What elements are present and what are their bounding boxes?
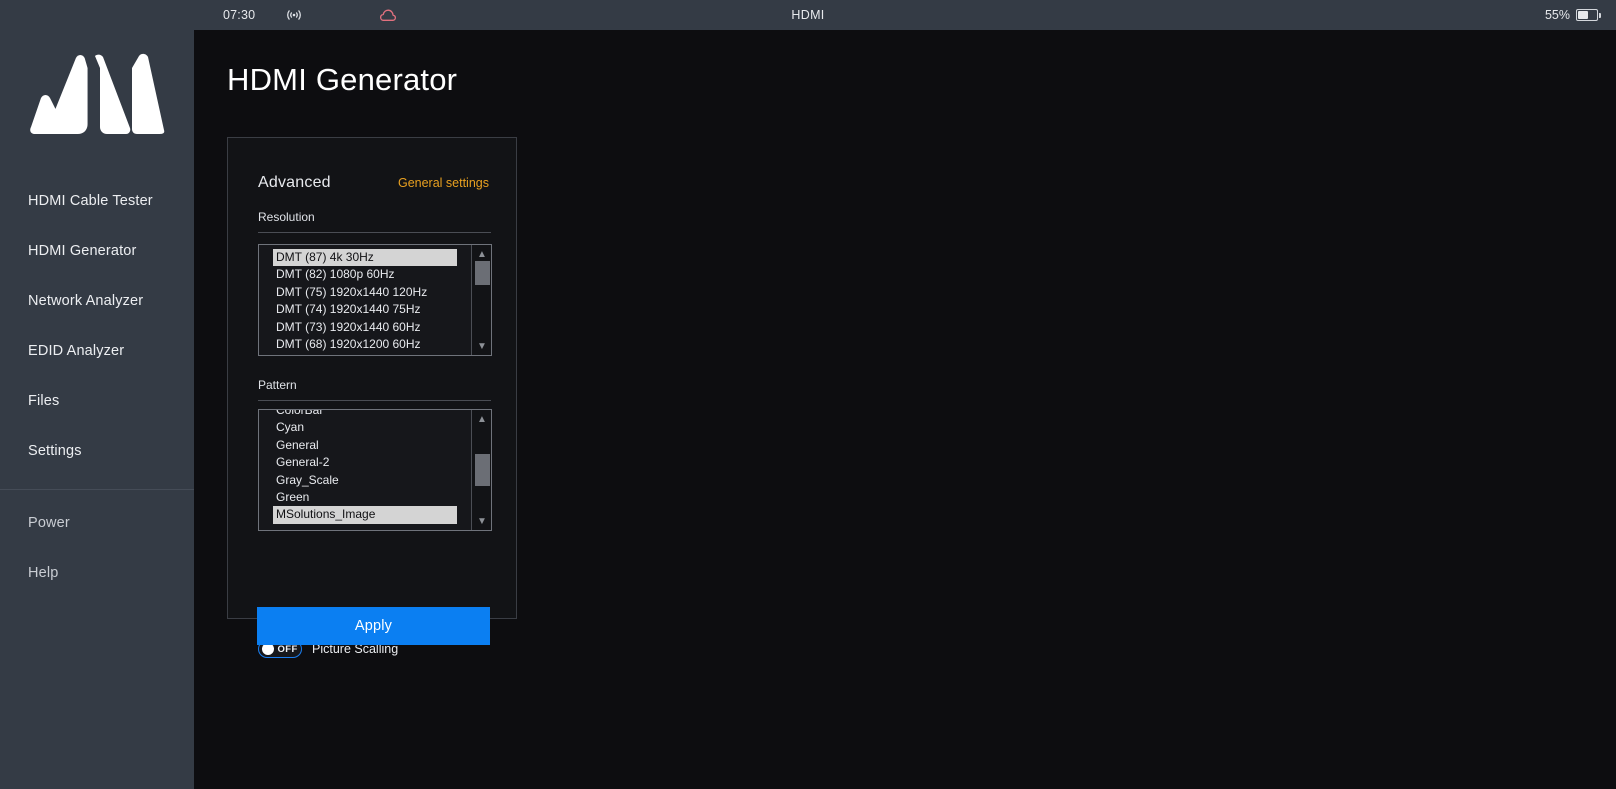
list-item[interactable]: General	[259, 437, 471, 454]
sidebar-item-label: Files	[28, 393, 60, 409]
resolution-scroll-thumb[interactable]	[475, 261, 490, 285]
pattern-listbox[interactable]: ColorBar Cyan General General-2 Gray_Scale Gr…	[258, 409, 492, 531]
list-item[interactable]: DMT (73) 1920x1440 60Hz	[259, 319, 471, 336]
sidebar-item-label: Help	[28, 565, 59, 581]
sidebar-item-label: HDMI Generator	[28, 243, 137, 259]
status-center-label: HDMI	[791, 8, 825, 22]
scroll-up-arrow-icon[interactable]: ▲	[472, 412, 491, 426]
list-item[interactable]: DMT (68) 1920x1200 60Hz	[259, 336, 471, 353]
main-content: HDMI Generator Advanced General settings…	[194, 30, 1616, 789]
status-bar: 07:30 HDMI 55%	[0, 0, 1616, 30]
apply-button[interactable]: Apply	[257, 607, 490, 645]
list-item[interactable]: DMT (75) 1920x1440 120Hz	[259, 284, 471, 301]
card-header: Advanced General settings	[258, 174, 489, 192]
sidebar: HDMI Cable Tester HDMI Generator Network…	[0, 30, 194, 789]
sidebar-item-label: HDMI Cable Tester	[28, 193, 153, 209]
battery-fill	[1578, 11, 1588, 19]
sidebar-item-power[interactable]: Power	[0, 498, 194, 548]
list-item[interactable]: Cyan	[259, 419, 471, 436]
list-item[interactable]: Green	[259, 489, 471, 506]
battery-percent-label: 55%	[1544, 8, 1570, 22]
sidebar-item-network-analyzer[interactable]: Network Analyzer	[0, 276, 194, 326]
sidebar-item-help[interactable]: Help	[0, 548, 194, 598]
toggle-state-label: OFF	[277, 643, 298, 655]
page-title: HDMI Generator	[227, 62, 458, 97]
sidebar-item-files[interactable]: Files	[0, 376, 194, 426]
pattern-scrollbar[interactable]: ▲ ▼	[471, 410, 491, 530]
sidebar-nav: HDMI Cable Tester HDMI Generator Network…	[0, 176, 194, 598]
card-title: Advanced	[258, 174, 331, 191]
sidebar-item-hdmi-cable-tester[interactable]: HDMI Cable Tester	[0, 176, 194, 226]
battery-icon	[1576, 9, 1601, 21]
pattern-divider	[258, 400, 491, 401]
list-item[interactable]: ColorBar	[259, 410, 471, 419]
advanced-settings-card: Advanced General settings Resolution DMT…	[227, 137, 517, 658]
msolutions-mountain-logo	[30, 53, 165, 135]
sidebar-item-edid-analyzer[interactable]: EDID Analyzer	[0, 326, 194, 376]
general-settings-link[interactable]: General settings	[398, 176, 489, 190]
list-item[interactable]: DMT (82) 1080p 60Hz	[259, 266, 471, 283]
list-item[interactable]: General-2	[259, 454, 471, 471]
scroll-up-arrow-icon[interactable]: ▲	[472, 247, 491, 261]
resolution-options[interactable]: DMT (87) 4k 30Hz DMT (82) 1080p 60Hz DMT (…	[259, 245, 471, 355]
list-item[interactable]: Gray_Scale	[259, 472, 471, 489]
resolution-divider	[258, 232, 491, 233]
resolution-label: Resolution	[258, 210, 315, 224]
list-item[interactable]: DMT (87) 4k 30Hz	[273, 249, 457, 267]
sidebar-item-label: Network Analyzer	[28, 293, 144, 309]
sidebar-item-hdmi-generator[interactable]: HDMI Generator	[0, 226, 194, 276]
pattern-scroll-thumb[interactable]	[475, 454, 490, 486]
sidebar-divider	[0, 489, 194, 490]
sidebar-item-settings[interactable]: Settings	[0, 426, 194, 476]
sidebar-item-label: Settings	[28, 443, 82, 459]
pattern-options[interactable]: ColorBar Cyan General General-2 Gray_Scale Gr…	[259, 410, 471, 530]
sidebar-item-label: EDID Analyzer	[28, 343, 125, 359]
battery-status: 55%	[1544, 8, 1601, 22]
resolution-listbox[interactable]: DMT (87) 4k 30Hz DMT (82) 1080p 60Hz DMT (…	[258, 244, 492, 356]
list-item[interactable]: DMT (74) 1920x1440 75Hz	[259, 301, 471, 318]
resolution-scrollbar[interactable]: ▲ ▼	[471, 245, 491, 355]
scroll-down-arrow-icon[interactable]: ▼	[472, 514, 491, 528]
scroll-down-arrow-icon[interactable]: ▼	[472, 339, 491, 353]
list-item[interactable]: MSolutions_Image	[273, 506, 457, 524]
sidebar-item-label: Power	[28, 515, 70, 531]
pattern-label: Pattern	[258, 378, 297, 392]
